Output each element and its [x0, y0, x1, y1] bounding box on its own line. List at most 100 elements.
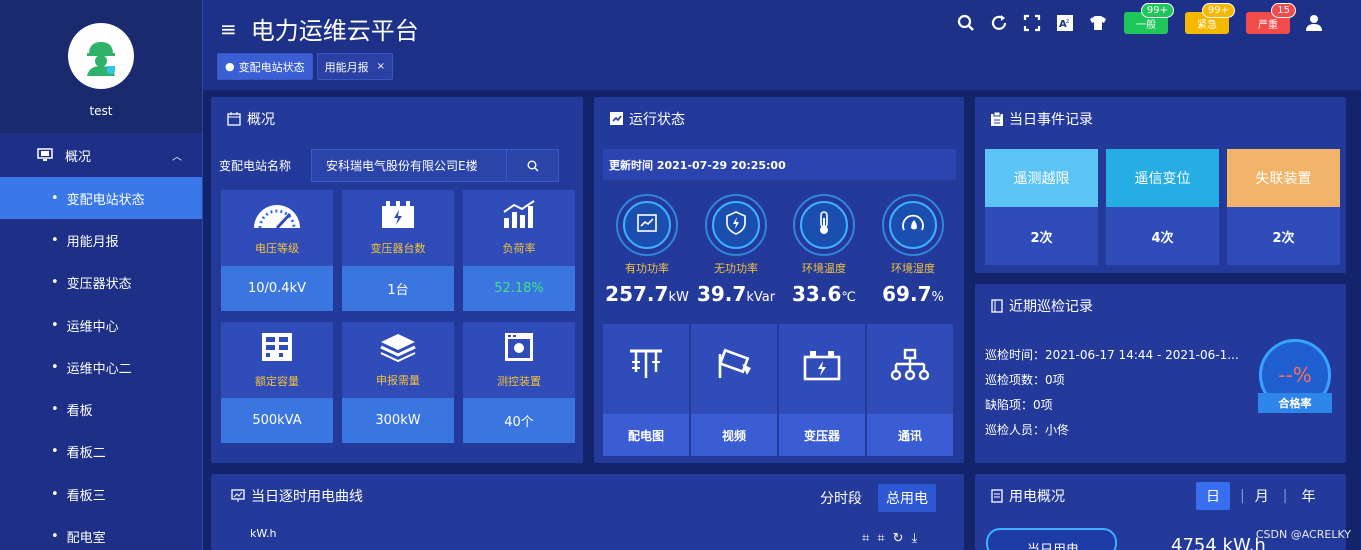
notebook-icon [991, 298, 1003, 313]
inspection-staff: 巡检人员：小佟 [985, 423, 1070, 437]
search-icon[interactable] [957, 14, 975, 32]
theme-shirt-icon[interactable] [1089, 14, 1107, 32]
sidebar-item[interactable]: • 看板二 [0, 431, 202, 473]
username: test [89, 104, 113, 118]
period-year-button[interactable]: 年 [1301, 486, 1315, 506]
substation-name-input[interactable]: 安科瑞电气股份有限公司E楼 [311, 149, 507, 182]
event-card[interactable]: 失联装置 2次 [1227, 149, 1340, 265]
panel-title: 概况 [247, 111, 275, 128]
sidebar-item-label: 用能月报 [66, 234, 119, 250]
event-card[interactable]: 遥信变位 4次 [1106, 149, 1219, 265]
shortcut-button[interactable]: 配电图 [603, 324, 689, 456]
card-value: 500kVA [221, 398, 333, 443]
sidebar-item[interactable]: • 变压器状态 [0, 262, 202, 304]
status-gauge: 无功功率 39.7kVar [692, 194, 780, 306]
event-record-panel: 当日事件记录 遥测越限 2次 遥信变位 4次 失联装置 2次 [975, 97, 1346, 273]
panel-title: 当日逐时用电曲线 [251, 488, 363, 505]
sidebar-item-label: 变配电站状态 [66, 192, 145, 208]
period-month-button[interactable]: 月 [1255, 486, 1269, 506]
sidebar-group-overview[interactable]: 概况 ︿ [0, 133, 202, 177]
zoom-reset-icon[interactable]: ⌗ [877, 531, 884, 546]
card-value: 10/0.4kV [221, 266, 333, 311]
font-size-icon[interactable]: Az [1056, 14, 1074, 32]
gauge-ring [793, 194, 855, 256]
calendar-icon [227, 111, 241, 126]
sidebar-item-label: 配电室 [66, 531, 106, 547]
inspection-defects: 缺陷项：0项 [985, 398, 1053, 412]
sidebar-item[interactable]: • 看板 [0, 388, 202, 430]
sidebar-item[interactable]: • 运维中心二 [0, 346, 202, 388]
device-icon [503, 331, 535, 367]
gauge-icon [250, 200, 304, 234]
overview-card: 申报需量 300kW [342, 322, 454, 443]
svg-text:z: z [1066, 18, 1069, 25]
worker-avatar-icon [87, 42, 115, 76]
shortcut-button[interactable]: 视频 [691, 324, 777, 456]
shortcut-label: 通讯 [867, 414, 953, 456]
event-label: 失联装置 [1227, 149, 1340, 207]
alert-count-badge: 15 [1271, 3, 1296, 18]
status-gauge: 环境湿度 69.7% [869, 194, 957, 306]
sidebar-item[interactable]: • 变配电站状态 [0, 177, 202, 220]
panel-title: 当日事件记录 [1009, 111, 1093, 128]
sidebar-group-label: 概况 [65, 149, 92, 165]
running-status-panel: 运行状态 更新时间 2021-07-29 20:25:00 有功功率 257.7k… [594, 97, 964, 463]
card-label: 申报需量 [376, 374, 420, 387]
segment-total-button[interactable]: 总用电 [878, 484, 936, 512]
today-usage-label: 当日用电 [986, 528, 1117, 550]
panel-title: 近期巡检记录 [1009, 298, 1093, 315]
overview-card: 额定容量 500kVA [221, 322, 333, 443]
camera-icon [714, 348, 754, 390]
avatar[interactable] [68, 23, 134, 89]
card-label: 测控装置 [497, 375, 541, 388]
sidebar-item[interactable]: • 配电室 [0, 515, 202, 550]
tab-substation-status[interactable]: ● 变配电站状态 [217, 53, 313, 80]
period-day-button[interactable]: 日 [1196, 482, 1230, 510]
close-icon[interactable]: × [377, 61, 385, 72]
refresh-icon[interactable] [990, 14, 1008, 32]
sidebar-item[interactable]: • 运维中心 [0, 304, 202, 346]
chart-icon [231, 488, 245, 502]
tab-monthly-report[interactable]: 用能月报 × [316, 53, 393, 80]
sidebar-item[interactable]: • 用能月报 [0, 219, 202, 261]
event-label: 遥信变位 [1106, 149, 1219, 207]
event-label: 遥测越限 [985, 149, 1098, 207]
network-icon [890, 348, 930, 390]
tab-label: 用能月报 [324, 60, 369, 74]
segment-time-button[interactable]: 分时段 [812, 484, 870, 512]
overview-card: 测控装置 40个 [463, 322, 575, 443]
sidebar-item[interactable]: • 看板三 [0, 473, 202, 515]
restore-icon[interactable]: ↻ [893, 531, 904, 546]
divider: | [1240, 488, 1245, 504]
overview-card: 负荷率 52.18% [463, 190, 575, 311]
zoom-icon[interactable]: ⌗ [862, 531, 869, 546]
inspection-panel: 近期巡检记录 巡检时间：2021-06-17 14:44 - 2021-06-1… [975, 284, 1346, 463]
status-icon [610, 112, 623, 125]
search-icon [527, 160, 538, 171]
reactive-power-icon [725, 210, 747, 240]
bullet-icon: • [51, 486, 59, 502]
shortcut-button[interactable]: 通讯 [867, 324, 953, 456]
user-icon[interactable] [1305, 14, 1323, 32]
gauge-label: 有功功率 [625, 262, 669, 275]
update-time: 更新时间 2021-07-29 20:25:00 [603, 149, 956, 180]
sidebar-item-label: 变压器状态 [66, 277, 132, 293]
bullet-icon: • [51, 317, 59, 333]
menu-toggle-icon[interactable]: ≡ [220, 17, 237, 41]
gauge-unit: kVar [746, 290, 776, 305]
event-card[interactable]: 遥测越限 2次 [985, 149, 1098, 265]
alert-severe-button[interactable]: 严重 15 [1246, 3, 1296, 34]
shortcut-button[interactable]: 变压器 [779, 324, 865, 456]
tab-bar: ● 变配电站状态 用能月报 × [217, 53, 393, 80]
alert-normal-button[interactable]: 一般 99+ [1124, 3, 1174, 34]
clipboard-icon [991, 111, 1003, 126]
gauge-label: 无功功率 [714, 262, 758, 275]
search-label: 变配电站名称 [219, 159, 292, 173]
fullscreen-icon[interactable] [1023, 14, 1041, 32]
sidebar-item-label: 看板 [66, 404, 93, 420]
alert-urgent-button[interactable]: 紧急 99+ [1185, 3, 1235, 34]
download-icon[interactable]: ⤓ [912, 531, 918, 546]
gauge-ring [882, 194, 944, 256]
card-label: 变压器台数 [370, 242, 426, 255]
search-button[interactable] [507, 149, 559, 182]
